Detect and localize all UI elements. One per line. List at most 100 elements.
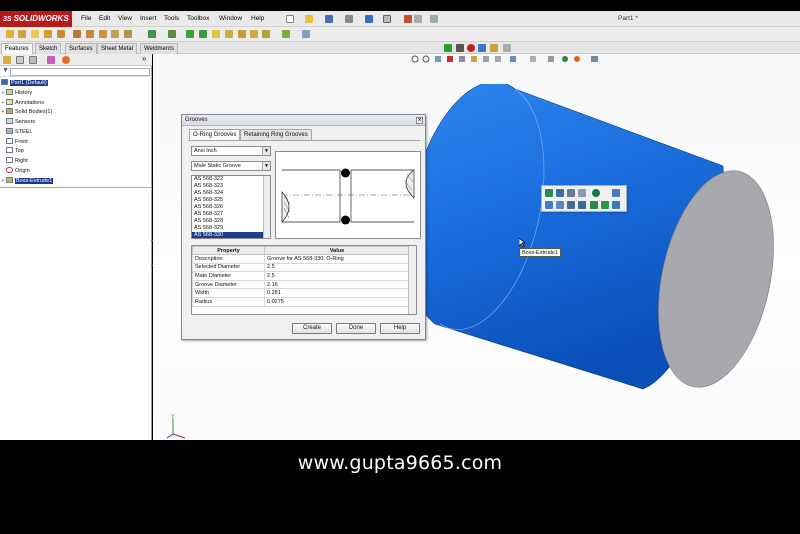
list-item[interactable]: AS 568-328 [192,218,270,225]
tab-sheet-metal[interactable]: Sheet Metal [97,43,138,54]
open-file-icon[interactable] [305,15,313,23]
extruded-boss-icon[interactable] [6,30,14,38]
menu-insert[interactable]: Insert [140,15,156,22]
tab-features[interactable]: Features [1,43,33,54]
list-item[interactable]: AS 568-325 [192,197,270,204]
fillet-icon[interactable] [111,30,119,38]
lofted-cut-icon[interactable] [99,30,107,38]
zoom-selection-icon[interactable] [556,201,564,209]
draft-icon[interactable] [186,30,194,38]
chamfer-icon[interactable] [124,30,132,38]
display-manager-icon[interactable] [62,56,70,64]
monitor-icon[interactable] [591,56,598,62]
dimxpert-icon[interactable] [47,56,55,64]
tree-item-material[interactable]: STEEL [0,128,32,137]
measure-icon[interactable] [578,201,586,209]
groove-type-select[interactable]: Male Static Groove ▼ [191,161,271,171]
done-button[interactable]: Done [336,323,376,334]
tree-item-top-plane[interactable]: Top [0,147,24,156]
chevron-down-icon[interactable]: ▼ [262,162,270,170]
tab-weldments[interactable]: Weldments [140,43,178,54]
options-icon[interactable] [430,15,438,23]
list-item[interactable]: AS 568-327 [192,211,270,218]
cylinder-model[interactable] [423,84,800,444]
record-icon[interactable] [467,44,475,52]
configuration-manager-icon[interactable] [29,56,37,64]
properties-icon[interactable] [612,201,620,209]
lofted-boss-icon[interactable] [44,30,52,38]
table-row[interactable]: Radius 0.0275 [192,296,410,307]
macro-new-icon[interactable] [490,44,498,52]
file-properties-icon[interactable] [414,15,422,23]
list-item[interactable]: AS 568-323 [192,183,270,190]
list-item-selected[interactable]: AS 568-330 [192,232,270,238]
print-icon[interactable] [345,15,353,23]
swept-boss-icon[interactable] [31,30,39,38]
tree-item-right-plane[interactable]: Right [0,157,28,166]
menu-help[interactable]: Help [251,15,264,22]
select-icon[interactable] [383,15,391,23]
tree-item-solid-bodies[interactable]: + Solid Bodies(1) [0,108,52,117]
view-orientation-icon[interactable] [471,56,477,62]
dome-icon[interactable] [238,30,246,38]
tree-item-origin[interactable]: Origin [0,167,30,176]
size-list[interactable]: AS 568-322 AS 568-323 AS 568-324 AS 568-… [191,175,271,239]
apply-scene-icon[interactable] [530,56,536,62]
appearance-icon[interactable] [592,189,600,197]
list-item[interactable]: AS 568-322 [192,176,270,183]
revolved-cut-icon[interactable] [73,30,81,38]
reference-geometry-icon[interactable] [262,30,270,38]
tab-retaining-ring-grooves[interactable]: Retaining Ring Grooves [240,129,312,140]
menu-toolbox[interactable]: Toolbox [187,15,209,22]
tree-root[interactable]: Part1 (Default) [0,79,48,88]
shell-icon[interactable] [199,30,207,38]
tree-item-annotations[interactable]: + Annotations [0,99,44,108]
curves-icon[interactable] [282,30,290,38]
dynamic-annotation-icon[interactable] [459,56,465,62]
tree-item-sensors[interactable]: Sensors [0,118,35,127]
stop-icon[interactable] [456,44,464,52]
filter-input[interactable] [10,68,150,76]
list-item[interactable]: AS 568-329 [192,225,270,232]
previous-view-icon[interactable] [435,56,441,62]
isolate-icon[interactable] [601,201,609,209]
list-item[interactable]: AS 568-324 [192,190,270,197]
list-scrollbar[interactable] [263,176,270,238]
list-item[interactable]: AS 568-326 [192,204,270,211]
color-icon[interactable] [574,56,580,62]
new-file-icon[interactable] [286,15,294,23]
tab-sketch[interactable]: Sketch [35,43,62,54]
feature-tree-icon[interactable] [3,56,11,64]
rollback-icon[interactable] [578,189,586,197]
table-row[interactable]: Description Groove for AS 568-330, O-Rin… [192,254,410,264]
suppress-icon[interactable] [567,189,575,197]
revolved-boss-icon[interactable] [18,30,26,38]
display-style-icon[interactable] [483,56,489,62]
customize-icon[interactable] [503,44,511,52]
swept-cut-icon[interactable] [86,30,94,38]
mirror-icon[interactable] [212,30,220,38]
tree-item-boss-extrude1[interactable]: + Boss-Extrude1 [0,177,54,186]
play-icon[interactable] [444,44,452,52]
table-row[interactable]: Selected Diameter 2.5 [192,262,410,273]
instant3d-icon[interactable] [302,30,310,38]
table-row[interactable]: Groove Diameter 2.16 [192,279,410,290]
normal-to-icon[interactable] [545,201,553,209]
menu-view[interactable]: View [118,15,132,22]
extruded-cut-icon[interactable] [57,30,65,38]
rib-icon[interactable] [168,30,176,38]
chevron-down-icon[interactable]: ▼ [262,147,270,155]
hide-icon[interactable] [590,201,598,209]
parent-child-icon[interactable] [612,189,620,197]
section-view-icon[interactable] [447,56,453,62]
tab-surfaces[interactable]: Surfaces [65,43,97,54]
edit-appearance-icon[interactable] [510,56,516,62]
tree-item-front-plane[interactable]: Front [0,138,28,147]
zoom-to-fit-icon[interactable] [411,55,419,63]
hide-show-items-icon[interactable] [495,56,501,62]
menu-edit[interactable]: Edit [99,15,110,22]
wrap-icon[interactable] [225,30,233,38]
expand-panel-icon[interactable]: » [142,54,146,63]
flex-icon[interactable] [250,30,258,38]
grid-scrollbar[interactable] [408,246,416,314]
